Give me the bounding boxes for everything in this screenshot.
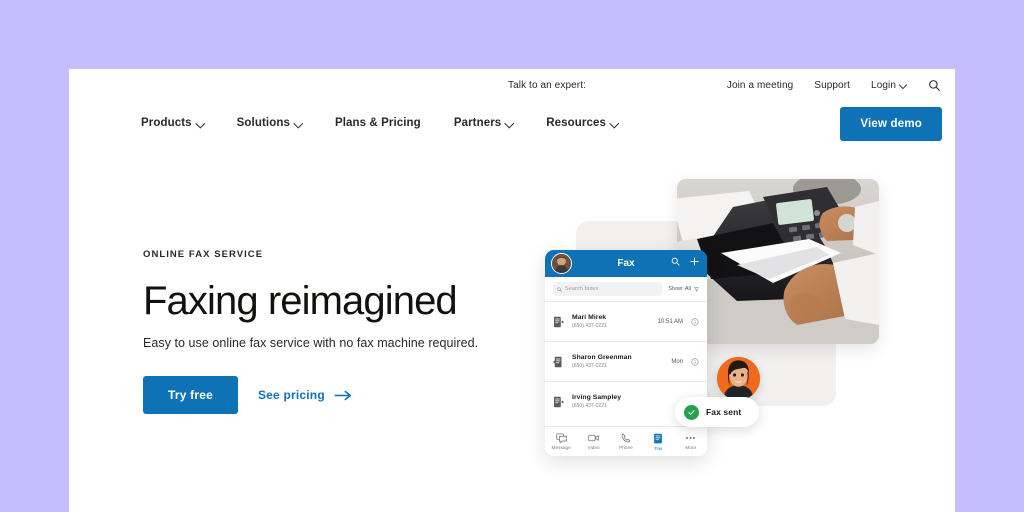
tab-phone[interactable]: Phone bbox=[610, 433, 642, 450]
app-search-row: Search faxes Show: All bbox=[545, 277, 707, 301]
phone-icon bbox=[621, 433, 631, 443]
fax-row-meta: Mari Mirek (650) 437-0221 bbox=[572, 314, 650, 329]
info-icon[interactable] bbox=[691, 357, 699, 366]
contact-name: Irving Sampley bbox=[572, 394, 622, 401]
contact-name: Sharon Greenman bbox=[572, 354, 632, 361]
tab-more[interactable]: More bbox=[675, 433, 707, 450]
info-icon[interactable] bbox=[691, 317, 699, 326]
filter-icon bbox=[694, 286, 699, 292]
plus-icon[interactable] bbox=[690, 257, 699, 266]
tab-label: Video bbox=[587, 445, 600, 450]
toast-label: Fax sent bbox=[706, 407, 742, 417]
table-row[interactable]: Mari Mirek (650) 437-0221 10:51 AM bbox=[545, 301, 707, 341]
fax-timestamp: Mon bbox=[671, 358, 683, 365]
tab-label: Phone bbox=[619, 445, 633, 450]
table-row[interactable]: Sharon Greenman (650) 437-0221 Mon bbox=[545, 341, 707, 381]
contact-number: (650) 437-0221 bbox=[572, 363, 607, 369]
fax-outgoing-icon bbox=[553, 396, 564, 408]
tab-label: More bbox=[685, 445, 697, 450]
fax-icon bbox=[654, 433, 663, 443]
message-icon bbox=[555, 433, 567, 443]
app-tab-bar: Message Video Phone Fax More bbox=[545, 426, 707, 456]
fax-machine-photo bbox=[677, 179, 879, 344]
smiling-woman-avatar bbox=[717, 357, 760, 400]
check-circle-icon bbox=[684, 404, 699, 420]
app-header-actions bbox=[671, 257, 699, 266]
search-input[interactable]: Search faxes bbox=[553, 282, 663, 296]
fax-row-meta: Sharon Greenman (650) 437-0221 bbox=[572, 354, 663, 369]
contact-number: (650) 437-0221 bbox=[572, 323, 607, 329]
website-page: Talk to an expert: Join a meeting Suppor… bbox=[69, 69, 955, 512]
more-icon bbox=[686, 436, 696, 440]
tab-fax[interactable]: Fax bbox=[642, 433, 674, 451]
search-icon bbox=[557, 286, 562, 292]
video-icon bbox=[588, 434, 599, 442]
contact-name: Mari Mirek bbox=[572, 314, 607, 321]
search-input-placeholder: Search faxes bbox=[565, 286, 599, 292]
hero-visual: Fax Search faxes Show: All Mari Mirek (6… bbox=[69, 69, 955, 512]
fax-row-meta: Irving Sampley (650) 437-0221 bbox=[572, 394, 691, 409]
tab-label: Fax bbox=[654, 445, 663, 451]
fax-outgoing-icon bbox=[553, 316, 564, 328]
filter-control[interactable]: Show: All bbox=[668, 286, 699, 292]
fax-timestamp: 10:51 AM bbox=[657, 318, 683, 325]
tab-message[interactable]: Message bbox=[545, 433, 577, 450]
filter-label: Show: All bbox=[668, 286, 691, 292]
tab-video[interactable]: Video bbox=[577, 433, 609, 450]
tab-label: Message bbox=[551, 445, 571, 450]
contact-number: (650) 437-0221 bbox=[572, 403, 607, 409]
fax-incoming-icon bbox=[553, 356, 564, 368]
app-header: Fax bbox=[545, 250, 707, 277]
search-icon[interactable] bbox=[671, 257, 680, 266]
status-badge: Fax sent bbox=[675, 397, 759, 427]
